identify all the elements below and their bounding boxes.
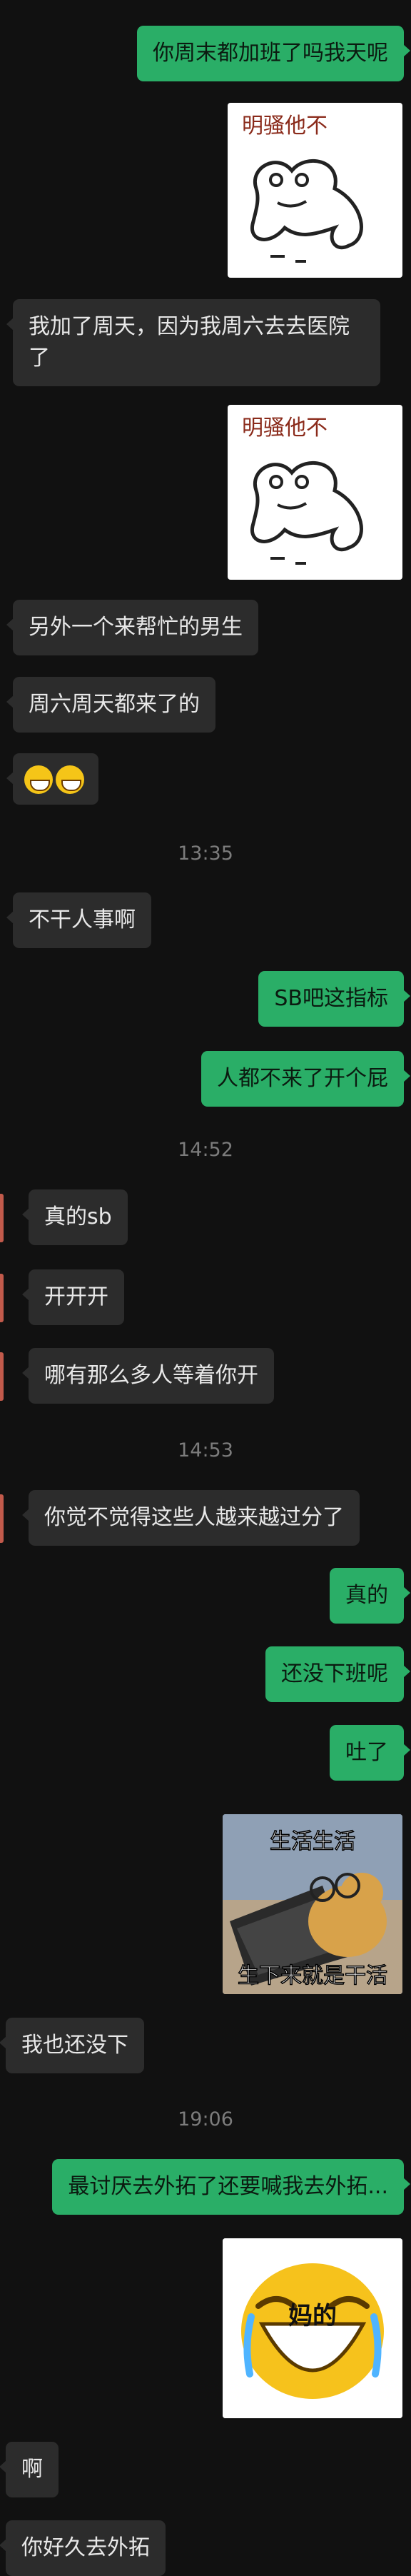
- message-incoming[interactable]: 不干人事啊: [6, 892, 151, 948]
- timestamp: 14:52: [178, 1139, 233, 1161]
- message-outgoing[interactable]: 吐了: [330, 1725, 410, 1781]
- timestamp: 14:53: [178, 1439, 233, 1461]
- timestamp: 19:06: [178, 2108, 233, 2130]
- frog-sticker[interactable]: 明骚他不: [228, 103, 402, 278]
- message-outgoing[interactable]: 你周末都加班了吗我天呢: [137, 26, 410, 81]
- message-outgoing[interactable]: SB吧这指标: [258, 971, 410, 1027]
- avatar[interactable]: [0, 1352, 4, 1401]
- message-incoming[interactable]: 我也还没下: [0, 2018, 144, 2073]
- message-incoming[interactable]: 真的sb: [22, 1189, 128, 1245]
- message-incoming-emoji[interactable]: [6, 753, 98, 805]
- message-outgoing[interactable]: 真的: [330, 1568, 410, 1624]
- timestamp: 13:35: [178, 842, 233, 865]
- message-incoming[interactable]: 周六周天都来了的: [6, 677, 215, 733]
- message-outgoing[interactable]: 最讨厌去外拓了还要喊我去外拓...: [52, 2159, 410, 2215]
- sticker-caption: 妈的: [288, 2302, 337, 2330]
- grinning-face-icon: [56, 765, 84, 794]
- message-outgoing[interactable]: 人都不来了开个屁: [201, 1051, 410, 1107]
- frog-drawing: 明骚他不: [242, 416, 363, 565]
- laughing-face-drawing: 妈的: [223, 2238, 402, 2418]
- message-incoming[interactable]: 你好久去外拓: [0, 2520, 166, 2576]
- message-incoming[interactable]: 啊: [0, 2442, 59, 2497]
- frog-drawing: 明骚他不: [242, 114, 363, 263]
- dog-sticker[interactable]: 生活生活 生下来就是干活: [223, 1814, 402, 1994]
- sticker-caption: 明骚他不: [242, 114, 328, 139]
- grinning-face-icon: [24, 765, 53, 794]
- message-incoming[interactable]: 开开开: [22, 1269, 124, 1325]
- sticker-caption: 明骚他不: [242, 416, 328, 441]
- avatar[interactable]: [0, 1274, 4, 1322]
- message-incoming[interactable]: 另外一个来帮忙的男生: [6, 600, 258, 655]
- dog-laptop-drawing: 生活生活 生下来就是干活: [223, 1814, 402, 1994]
- avatar[interactable]: [0, 1494, 4, 1543]
- message-incoming[interactable]: 你觉不觉得这些人越来越过分了: [22, 1490, 360, 1546]
- avatar[interactable]: [0, 1194, 4, 1242]
- laughing-sticker[interactable]: 妈的: [223, 2238, 402, 2418]
- message-outgoing[interactable]: 还没下班呢: [265, 1646, 410, 1702]
- sticker-caption: 生下来就是干活: [238, 1963, 387, 1988]
- frog-sticker[interactable]: 明骚他不: [228, 405, 402, 580]
- sticker-caption: 生活生活: [270, 1829, 355, 1854]
- message-incoming[interactable]: 我加了周天，因为我周六去去医院了: [6, 299, 380, 386]
- message-incoming[interactable]: 哪有那么多人等着你开: [22, 1348, 274, 1404]
